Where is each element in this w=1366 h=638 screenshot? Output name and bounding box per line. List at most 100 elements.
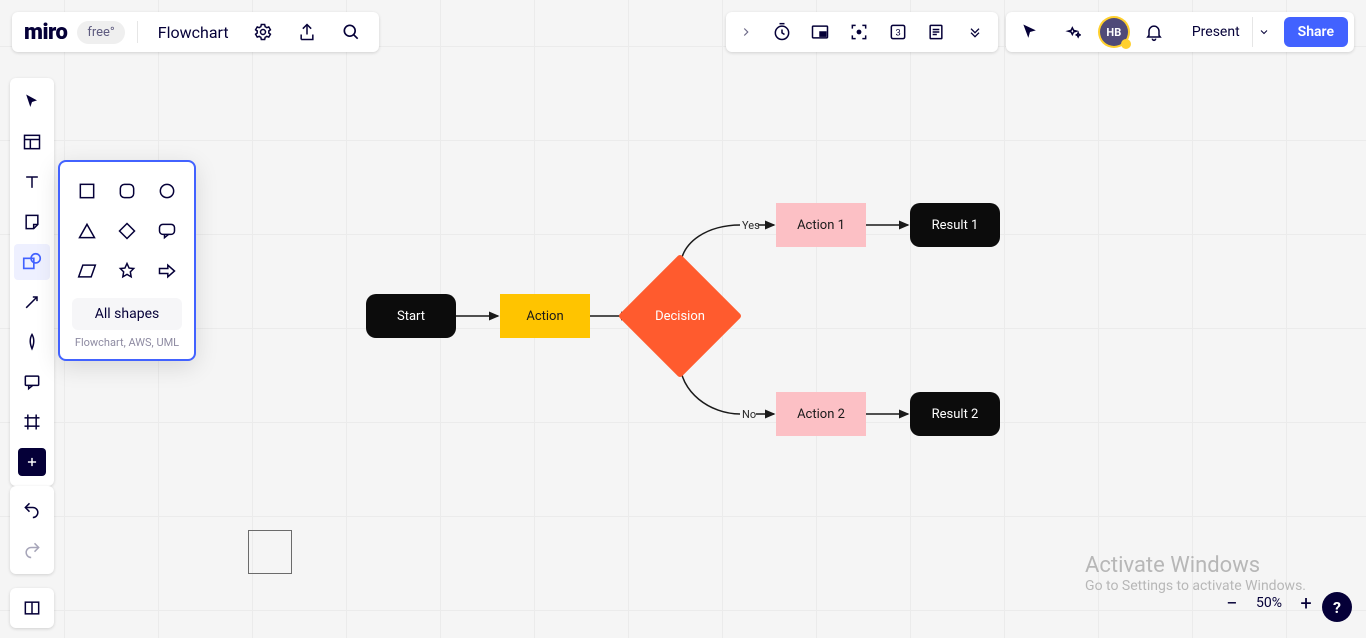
shape-star[interactable] <box>114 258 140 284</box>
arrow-icon <box>156 261 178 281</box>
search-button[interactable] <box>333 14 369 50</box>
zoom-out-button[interactable]: − <box>1220 591 1244 615</box>
node-action2[interactable]: Action 2 <box>776 392 866 436</box>
tool-templates[interactable] <box>14 124 50 160</box>
expand-panel-button[interactable] <box>732 25 760 39</box>
shape-triangle[interactable] <box>74 218 100 244</box>
node-label: Result 2 <box>932 407 979 422</box>
tool-add[interactable] <box>18 448 46 476</box>
avatar-initials: HB <box>1106 26 1121 39</box>
voting-button[interactable]: 3 <box>881 15 915 49</box>
hide-icon <box>810 22 830 42</box>
popover-subtext: Flowchart, AWS, UML <box>68 336 186 349</box>
timer-button[interactable] <box>765 15 799 49</box>
cursor-icon <box>22 92 42 112</box>
voting-icon: 3 <box>888 22 908 42</box>
shape-rounded[interactable] <box>114 178 140 204</box>
node-label: Action <box>526 309 563 324</box>
minimap-icon <box>22 598 42 618</box>
present-button[interactable]: Present <box>1180 18 1252 46</box>
shape-parallelogram[interactable] <box>74 258 100 284</box>
more-apps-button[interactable] <box>958 15 992 49</box>
undo-button[interactable] <box>14 492 50 528</box>
shapes-popover: All shapes Flowchart, AWS, UML <box>58 160 196 361</box>
user-avatar[interactable]: HB <box>1100 18 1128 46</box>
minimap-button[interactable] <box>14 590 50 626</box>
tool-select[interactable] <box>14 84 50 120</box>
reactions-button[interactable] <box>1056 14 1092 50</box>
header-center: 3 <box>726 12 998 52</box>
shape-speech[interactable] <box>154 218 180 244</box>
node-label: Decision <box>655 309 705 324</box>
share-button[interactable]: Share <box>1284 17 1348 47</box>
node-label: Start <box>397 309 425 324</box>
redo-button[interactable] <box>14 532 50 568</box>
hide-frame-button[interactable] <box>803 15 837 49</box>
template-icon <box>22 132 42 152</box>
shape-square[interactable] <box>74 178 100 204</box>
focus-button[interactable] <box>842 15 876 49</box>
chevron-down-double-icon <box>967 24 983 40</box>
text-icon <box>22 172 42 192</box>
tool-pen[interactable] <box>14 324 50 360</box>
node-label: Action 1 <box>797 218 845 233</box>
cursor-icon <box>1020 22 1040 42</box>
export-icon <box>297 22 317 42</box>
comment-icon <box>22 372 42 392</box>
node-action[interactable]: Action <box>500 294 590 338</box>
notes-icon <box>926 22 946 42</box>
redo-icon <box>22 540 42 560</box>
app-logo[interactable]: miro <box>22 20 69 45</box>
edge-label-yes: Yes <box>742 219 760 232</box>
node-result2[interactable]: Result 2 <box>910 392 1000 436</box>
node-decision[interactable]: Decision <box>636 272 724 360</box>
node-label: Action 2 <box>797 407 845 422</box>
settings-button[interactable] <box>245 14 281 50</box>
plan-badge[interactable]: free° <box>77 21 124 44</box>
board-name[interactable]: Flowchart <box>150 23 237 42</box>
zoom-in-button[interactable]: + <box>1294 591 1318 615</box>
tool-shapes[interactable] <box>14 244 50 280</box>
pen-icon <box>22 332 42 352</box>
help-label: ? <box>1333 598 1341 617</box>
export-button[interactable] <box>289 14 325 50</box>
shape-circle[interactable] <box>154 178 180 204</box>
tool-frame[interactable] <box>14 404 50 440</box>
ghost-shape[interactable] <box>248 530 292 574</box>
shape-arrow[interactable] <box>154 258 180 284</box>
focus-icon <box>849 22 869 42</box>
gear-icon <box>253 22 273 42</box>
left-toolbar <box>10 78 54 486</box>
zoom-percent[interactable]: 50% <box>1256 595 1282 611</box>
rounded-icon <box>117 181 137 201</box>
sparkle-icon <box>1064 22 1084 42</box>
node-start[interactable]: Start <box>366 294 456 338</box>
square-icon <box>77 181 97 201</box>
search-icon <box>341 22 361 42</box>
present-group: Present <box>1180 17 1276 47</box>
tool-sticky[interactable] <box>14 204 50 240</box>
chevron-right-icon <box>739 25 753 39</box>
tool-text[interactable] <box>14 164 50 200</box>
tool-connector[interactable] <box>14 284 50 320</box>
notes-button[interactable] <box>919 15 953 49</box>
divider <box>137 21 138 43</box>
help-button[interactable]: ? <box>1322 592 1352 622</box>
shapes-icon <box>21 251 43 273</box>
node-result1[interactable]: Result 1 <box>910 203 1000 247</box>
diamond-icon <box>117 221 137 241</box>
present-dropdown[interactable] <box>1252 17 1276 47</box>
undo-redo-toolbar <box>10 486 54 574</box>
connector-icon <box>22 292 42 312</box>
shape-diamond[interactable] <box>114 218 140 244</box>
frame-icon <box>22 412 42 432</box>
sticky-icon <box>22 212 42 232</box>
shape-grid <box>68 176 186 292</box>
cursor-tracking-button[interactable] <box>1012 14 1048 50</box>
triangle-icon <box>77 221 97 241</box>
node-action1[interactable]: Action 1 <box>776 203 866 247</box>
notifications-button[interactable] <box>1136 14 1172 50</box>
node-label: Result 1 <box>932 218 979 233</box>
all-shapes-button[interactable]: All shapes <box>72 298 182 330</box>
tool-comment[interactable] <box>14 364 50 400</box>
